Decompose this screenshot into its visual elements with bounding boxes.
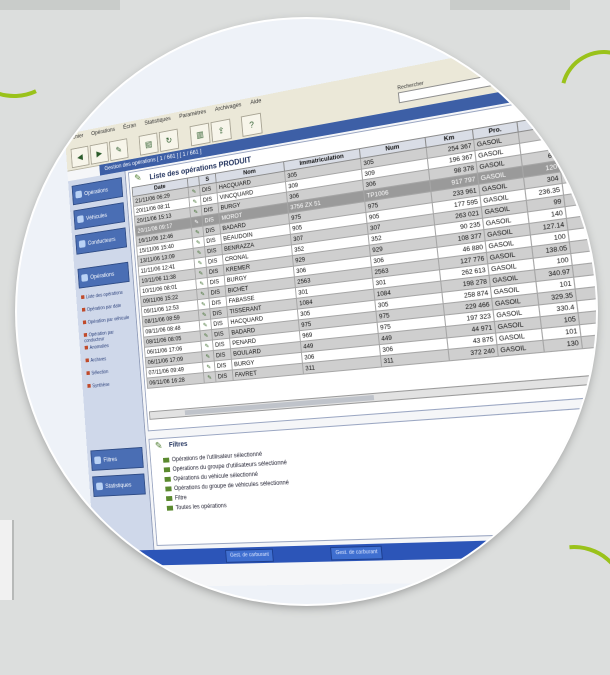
sidebar-button-label: Statistiques	[105, 482, 132, 490]
filter-icon	[163, 467, 171, 473]
bullet-icon	[84, 345, 89, 350]
sidebar-link[interactable]: Opération par date	[81, 302, 132, 314]
table-body: 21/11/06 06:29 ✎ DIS HACQUARD 305 305 254 367 G…	[132, 116, 596, 389]
edit-icon[interactable]: ✎	[109, 138, 129, 162]
filter-option-label: Toutes les opérations	[175, 503, 227, 512]
filter-option[interactable]: Opérations du véhicule sélectionné	[164, 472, 258, 483]
green-arc-top-left	[0, 0, 84, 114]
filter-option[interactable]: Filtre	[165, 495, 187, 502]
sidebar-link[interactable]: Sélection	[86, 366, 136, 376]
menu-item[interactable]: Opérations	[87, 124, 119, 138]
chart-icon[interactable]: ▥	[189, 122, 211, 147]
operations-icon	[75, 190, 83, 199]
sidebar-button-operations-active[interactable]: Opérations	[77, 261, 130, 289]
filter-pen-icon: ✎	[154, 440, 163, 452]
scrollbar-thumb[interactable]	[184, 394, 375, 416]
bullet-icon	[81, 307, 86, 312]
pen-icon: ✎	[134, 172, 142, 184]
bullet-icon	[86, 371, 90, 376]
refresh-icon[interactable]: ↻	[158, 128, 180, 152]
document-icon[interactable]: ▤	[138, 132, 159, 156]
filters-title: Filtres	[168, 440, 188, 449]
cell-volume: 130	[542, 336, 583, 353]
sidebar-link-label: Anomalies	[89, 343, 109, 351]
filter-icon	[165, 486, 172, 492]
bullet-icon	[87, 383, 91, 388]
help-button[interactable]: ?	[240, 112, 263, 137]
taskbar-item[interactable]: Gest. de carburant	[225, 548, 275, 563]
menu-item[interactable]: Aide	[245, 95, 266, 107]
back-icon[interactable]: ◀	[70, 145, 90, 169]
filter-icon	[165, 495, 173, 502]
filter-option[interactable]: Opérations du groupe de véhicules sélect…	[165, 480, 289, 492]
app-window: FichierOpérationsÉcranStatistiquesParamè…	[64, 28, 596, 588]
filter-option-label: Opérations du groupe de véhicules sélect…	[173, 480, 290, 493]
top-right-decoration	[450, 0, 570, 10]
statistics-icon	[95, 482, 104, 491]
sidebar-link[interactable]: Archives	[85, 353, 135, 364]
sidebar-button-drivers[interactable]: Conducteurs	[75, 227, 128, 255]
sidebar-link-label: Opération par date	[86, 303, 122, 313]
sidebar-button-label: Opérations	[84, 187, 109, 198]
edit-icon: ✎	[203, 371, 216, 384]
filter-option-label: Filtre	[174, 495, 187, 502]
driver-icon	[78, 239, 86, 249]
sidebar-button-label: Opérations	[90, 271, 115, 281]
filter-option-label: Opérations du véhicule sélectionné	[173, 471, 259, 483]
sidebar-button-label: Filtres	[103, 457, 118, 464]
operations-icon	[81, 273, 89, 282]
sidebar-link-label: Synthèse	[92, 382, 110, 390]
left-edge-decoration	[0, 520, 14, 600]
sidebar-link-label: Sélection	[91, 369, 109, 377]
taskbar-item[interactable]: Gest. de carburant	[330, 545, 384, 561]
sidebar-button-label: Conducteurs	[87, 237, 116, 247]
sidebar-button-label: Véhicules	[85, 213, 108, 222]
sidebar-link[interactable]: Opération par véhicule	[82, 315, 133, 326]
fisheye-lens: FichierOpérationsÉcranStatistiquesParamè…	[17, 19, 596, 604]
filter-option[interactable]: Toutes les opérations	[166, 503, 227, 512]
filter-icon	[94, 456, 102, 465]
sidebar-link-label: Opération par véhicule	[87, 315, 130, 326]
menu-item[interactable]: Écran	[119, 120, 141, 132]
bullet-icon	[81, 295, 85, 300]
upload-icon[interactable]: ⇪	[210, 118, 232, 143]
sidebar-button-filters[interactable]: Filtres	[90, 446, 144, 471]
sidebar-button-vehicles[interactable]: Véhicules	[73, 202, 126, 230]
sidebar-link[interactable]: Synthèse	[87, 379, 137, 389]
filter-icon	[162, 457, 170, 463]
cell-status: DIS	[215, 369, 234, 383]
sidebar-link[interactable]: Liste des opérations	[81, 289, 131, 301]
sidebar-button-operations[interactable]: Opérations	[71, 177, 124, 206]
bullet-icon	[85, 358, 89, 363]
sidebar-link-label: Opération par conducteur	[84, 329, 115, 345]
filter-icon	[166, 505, 174, 511]
sidebar-link-label: Archives	[90, 356, 107, 364]
vehicle-icon	[76, 215, 84, 224]
bullet-icon	[83, 332, 88, 337]
filter-icon	[164, 476, 171, 482]
bullet-icon	[82, 320, 87, 325]
sidebar-link-label: Liste des opérations	[85, 290, 123, 301]
forward-icon[interactable]: ▶	[89, 142, 109, 165]
sidebar-button-statistics[interactable]: Statistiques	[92, 473, 146, 497]
